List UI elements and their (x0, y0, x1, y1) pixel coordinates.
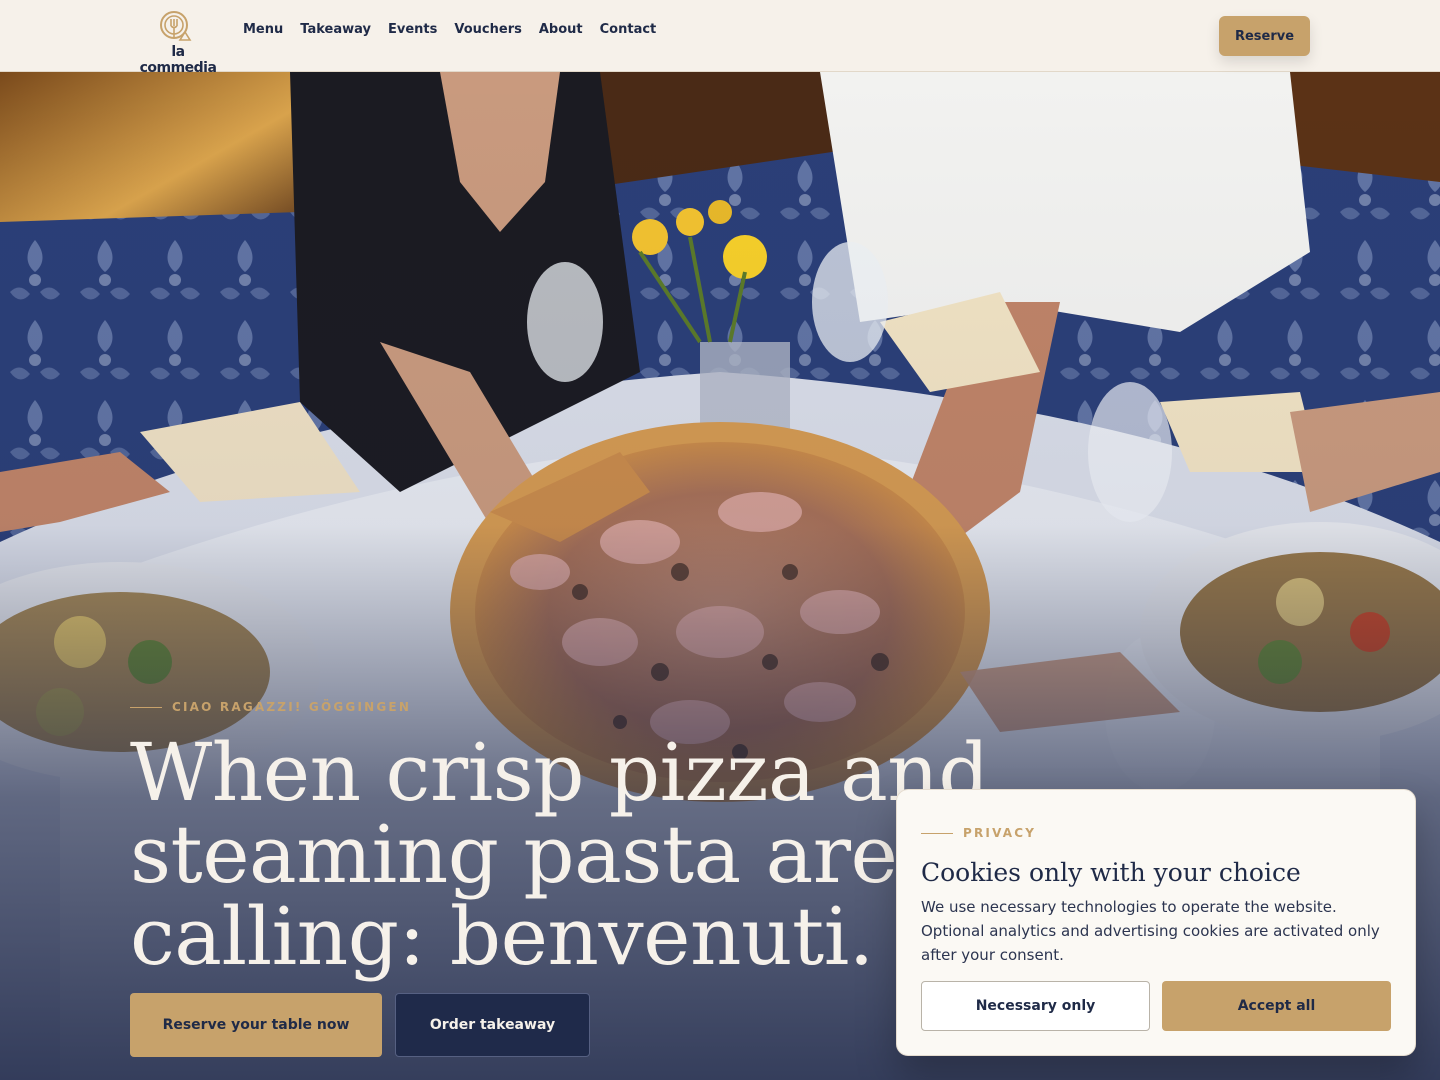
nav-menu[interactable]: Menu (243, 22, 283, 37)
nav-about[interactable]: About (539, 22, 583, 37)
accept-all-button[interactable]: Accept all (1162, 981, 1391, 1031)
cookie-title: Cookies only with your choice (921, 858, 1301, 887)
nav-contact[interactable]: Contact (600, 22, 657, 37)
logo-icon (160, 11, 192, 41)
cookie-body: We use necessary technologies to operate… (921, 898, 1380, 964)
necessary-only-button[interactable]: Necessary only (921, 981, 1150, 1031)
eyebrow-line (130, 706, 162, 708)
reserve-table-button[interactable]: Reserve your table now (130, 993, 382, 1057)
hero-headline: When crisp pizza and steaming pasta are … (130, 732, 1010, 978)
eyebrow-text: CIAO RAGAZZI! GÖGGINGEN (172, 700, 412, 714)
cookie-eyebrow: PRIVACY (921, 826, 1036, 840)
headline-line-2: steaming pasta are (130, 808, 898, 901)
cookie-eyebrow-text: PRIVACY (963, 826, 1037, 840)
headline-line-3: calling: benvenuti. (130, 890, 874, 983)
logo-text: la commedia (139, 44, 217, 76)
cookie-banner: PRIVACY Cookies only with your choice We… (896, 789, 1416, 1056)
nav-takeaway[interactable]: Takeaway (300, 22, 371, 37)
eyebrow-line (921, 832, 953, 834)
reserve-button[interactable]: Reserve (1219, 16, 1310, 56)
main-nav: Menu Takeaway Events Vouchers About Cont… (243, 22, 656, 37)
headline-line-1: When crisp pizza and (130, 726, 990, 819)
order-takeaway-button[interactable]: Order takeaway (395, 993, 590, 1057)
logo[interactable]: la commedia (134, 10, 222, 76)
nav-events[interactable]: Events (388, 22, 437, 37)
hero-eyebrow: CIAO RAGAZZI! GÖGGINGEN (130, 700, 411, 714)
site-header: la commedia Menu Takeaway Events Voucher… (0, 0, 1440, 76)
nav-vouchers[interactable]: Vouchers (454, 22, 521, 37)
